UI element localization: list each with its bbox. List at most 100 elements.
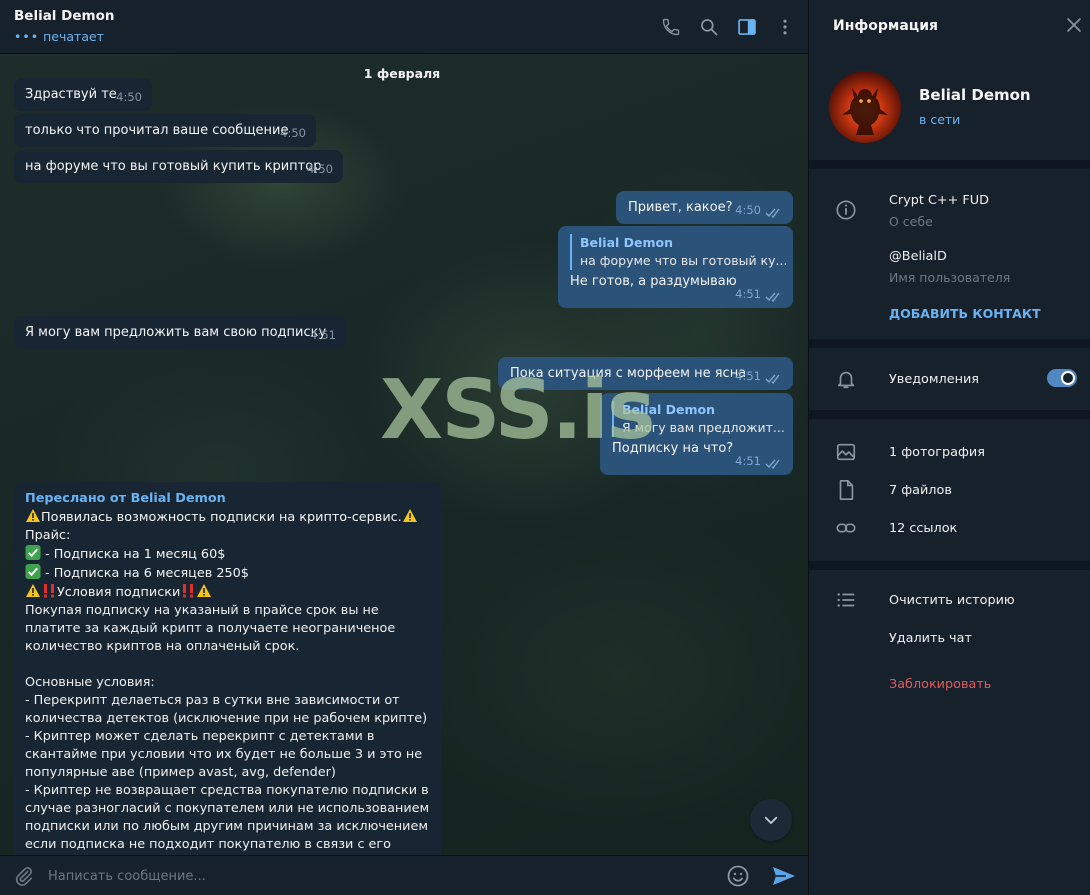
forward-text: - Подписка на 6 месяцев 250$	[41, 566, 249, 581]
info-panel: Информация Belial Demon в сети Crypt C++…	[808, 0, 1090, 895]
message-text: только что прочитал ваше сообщение	[25, 123, 289, 138]
watermark: XSS.is	[380, 363, 656, 458]
search-button[interactable]	[697, 15, 721, 39]
message-time: 4:50	[307, 162, 333, 176]
message-text: Привет, какое?	[628, 200, 733, 215]
search-icon	[701, 19, 718, 36]
forward-line: Условия подписки	[25, 583, 430, 602]
emoji-smile-icon	[727, 865, 749, 887]
forward-line: - Подписка на 1 месяц 60$	[25, 545, 430, 564]
more-menu-button[interactable]	[773, 15, 797, 39]
warning-icon	[402, 509, 417, 522]
send-button[interactable]	[771, 864, 797, 892]
sidebar-panel-icon	[738, 19, 756, 35]
message-text: Я могу вам предложить вам свою подписку	[25, 325, 327, 340]
forwarded-from-label[interactable]: Переслано от Belial Demon	[25, 490, 430, 508]
chevron-down-icon	[764, 816, 778, 824]
close-info-panel-button[interactable]	[1065, 16, 1083, 38]
file-icon	[839, 480, 854, 500]
message-incoming[interactable]: только что прочитал ваше сообщение 4:50	[14, 114, 316, 147]
delete-chat-button[interactable]: Удалить чат	[889, 631, 972, 646]
read-checkmarks-icon	[765, 208, 780, 218]
reply-quote[interactable]: Belial Demon на форуме что вы готовый ку…	[570, 234, 788, 270]
message-composer	[0, 855, 808, 895]
message-incoming[interactable]: на форуме что вы готовый купить криптор …	[14, 150, 343, 183]
notifications-toggle[interactable]	[1047, 369, 1077, 387]
section-divider	[809, 410, 1090, 419]
notifications-label: Уведомления	[889, 372, 979, 387]
shared-files-link[interactable]: 7 файлов	[889, 483, 952, 498]
clear-history-button[interactable]: Очистить историю	[889, 593, 1015, 608]
call-button[interactable]	[659, 15, 683, 39]
message-outgoing-reply[interactable]: Belial Demon на форуме что вы готовый ку…	[558, 226, 793, 308]
warning-icon	[26, 584, 40, 597]
forward-text: Появилась возможность подписки на крипто…	[41, 510, 402, 525]
forwarded-message[interactable]: Переслано от Belial Demon Появилась возм…	[14, 482, 441, 855]
block-user-button[interactable]: Заблокировать	[889, 677, 991, 692]
forward-line: - Подписка на 6 месяцев 250$	[25, 564, 430, 583]
check-mark-icon	[25, 564, 41, 579]
paperclip-icon	[15, 867, 33, 886]
read-checkmarks-icon	[765, 459, 780, 469]
typing-status-label: печатает	[43, 29, 104, 44]
avatar-demon-image	[829, 71, 901, 143]
info-circle-icon	[836, 200, 856, 220]
message-time: 4:51	[735, 287, 761, 301]
photo-icon	[836, 443, 856, 461]
online-status: в сети	[919, 112, 961, 127]
avatar[interactable]	[829, 71, 901, 143]
reply-author: Belial Demon	[580, 235, 674, 250]
section-divider	[809, 160, 1090, 169]
message-outgoing[interactable]: Привет, какое? 4:50	[616, 191, 793, 224]
read-checkmarks-icon	[765, 292, 780, 302]
section-divider	[809, 561, 1090, 570]
bell-icon	[837, 371, 855, 389]
message-time: 4:51	[735, 454, 761, 468]
shared-photos-link[interactable]: 1 фотография	[889, 445, 985, 460]
chat-header[interactable]: Belial Demon ••• печатает	[0, 0, 808, 54]
typing-dots-icon: •••	[14, 29, 40, 44]
close-icon	[1067, 18, 1081, 32]
list-icon	[837, 593, 855, 607]
message-time: 4:51	[735, 369, 761, 383]
read-checkmarks-icon	[765, 374, 780, 384]
check-mark-icon	[25, 545, 41, 560]
forward-line: Появилась возможность подписки на крипто…	[25, 508, 430, 527]
message-text: на форуме что вы готовый купить криптор	[25, 159, 322, 174]
message-text: Не готов, а раздумываю	[570, 274, 737, 289]
bio-text[interactable]: Crypt C++ FUD	[889, 193, 989, 208]
shared-links-link[interactable]: 12 ссылок	[889, 521, 957, 536]
reply-text: на форуме что вы готовый ку...	[580, 253, 788, 268]
double-exclamation-icon	[183, 584, 194, 598]
message-time: 4:50	[280, 126, 306, 140]
info-panel-title: Информация	[833, 18, 938, 34]
add-contact-button[interactable]: ДОБАВИТЬ КОНТАКТ	[889, 306, 1041, 321]
username-text[interactable]: @BelialD	[889, 249, 947, 264]
message-list[interactable]: 1 февраля Здраствуй те 4:50 только что п…	[0, 54, 808, 855]
warning-icon	[26, 509, 40, 522]
more-vertical-icon	[783, 19, 787, 35]
typing-status: ••• печатает	[14, 29, 104, 44]
message-incoming[interactable]: Я могу вам предложить вам свою подписку …	[14, 316, 346, 349]
send-icon	[773, 867, 795, 885]
link-icon	[836, 523, 856, 533]
attach-button[interactable]	[13, 865, 35, 891]
bio-label: О себе	[889, 214, 933, 229]
message-time: 4:51	[310, 328, 336, 342]
message-incoming[interactable]: Здраствуй те 4:50	[14, 78, 152, 111]
emoji-button[interactable]	[726, 864, 750, 892]
profile-name: Belial Demon	[919, 86, 1031, 104]
forward-text: Прайс:	[25, 528, 71, 543]
toggle-knob	[1061, 371, 1075, 385]
date-divider: 1 февраля	[363, 66, 441, 81]
chat-panel: Belial Demon ••• печатает 1 февраля Здрас…	[0, 0, 808, 895]
toggle-info-panel-button[interactable]	[735, 15, 759, 39]
message-input[interactable]	[48, 864, 688, 888]
chat-title[interactable]: Belial Demon	[14, 8, 114, 24]
forward-text: - Подписка на 1 месяц 60$	[41, 547, 226, 562]
message-time: 4:50	[116, 90, 142, 104]
message-time: 4:50	[735, 203, 761, 217]
scroll-to-bottom-button[interactable]	[750, 799, 792, 841]
phone-icon	[662, 18, 680, 36]
forward-text: Условия подписки	[57, 585, 181, 600]
